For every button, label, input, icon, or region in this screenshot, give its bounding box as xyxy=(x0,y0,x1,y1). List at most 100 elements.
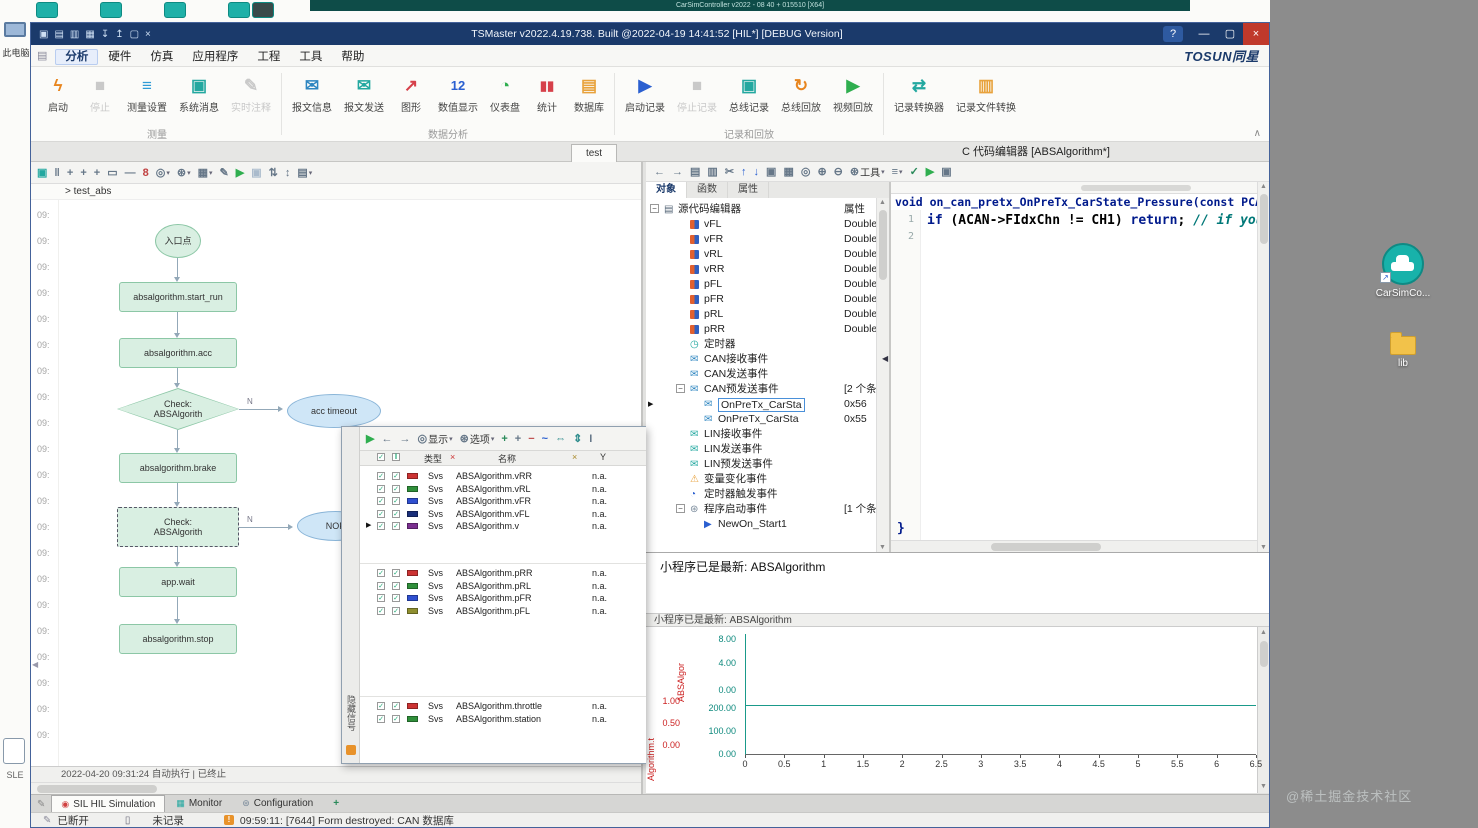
flow-breadcrumb[interactable]: > test_abs xyxy=(31,184,641,200)
code-scroll-thumb[interactable] xyxy=(1260,194,1268,244)
fit-width-icon[interactable]: ⇔ xyxy=(553,432,568,446)
menu-item-6[interactable]: 帮助 xyxy=(332,50,373,64)
list-menu-icon[interactable]: ▤ ▾ xyxy=(295,165,314,180)
scroll-up-icon[interactable]: ▲ xyxy=(1260,629,1267,636)
move-up-icon[interactable]: ↑ xyxy=(739,165,749,179)
tools-menu[interactable]: ⊛ 工具 ▾ xyxy=(848,163,887,180)
record-converter-button[interactable]: ⇄ 记录转换器 xyxy=(888,73,950,114)
numeric-display-button[interactable]: 12 数值显示 xyxy=(432,73,484,114)
node-brake[interactable]: absalgorithm.brake xyxy=(119,453,237,483)
remove-step-icon[interactable]: — xyxy=(123,166,138,180)
signal-graph[interactable]: ABSAlgor Algorithm.t ▲ ▼ 8.00 4.00 0.00 200… xyxy=(646,627,1269,793)
flow-hscrollbar[interactable] xyxy=(31,782,641,794)
menu-item-0[interactable]: 分析 xyxy=(55,48,99,65)
tree-onpretx-1[interactable]: ▶ ✉ OnPreTx_CarSta 0x56 xyxy=(646,397,889,412)
edit-icon[interactable]: ✎ xyxy=(37,799,45,810)
dashboard-button[interactable]: ◔ 仪表盘 xyxy=(484,73,526,114)
graph-scroll-thumb[interactable] xyxy=(1260,641,1268,667)
export-icon[interactable]: ↥ xyxy=(115,29,123,40)
tree-var-vrr[interactable]: vRR Double xyxy=(646,262,889,277)
signal-enable-checkbox[interactable]: ✓ xyxy=(392,594,400,602)
new-file-icon[interactable]: ▤ xyxy=(54,29,63,40)
check-all-box-2[interactable]: ‖ xyxy=(392,453,400,461)
tree-var-pfr[interactable]: pFR Double xyxy=(646,292,889,307)
signal-row[interactable]: ✓ ✓ Svs ABSAlgorithm.vFL n.a. xyxy=(360,508,646,521)
col-type[interactable]: 类型 xyxy=(424,452,442,465)
check-all-box[interactable]: ✓ xyxy=(377,453,385,461)
minimize-button[interactable]: — xyxy=(1191,23,1217,45)
scroll-down-icon[interactable]: ▼ xyxy=(1260,783,1267,790)
record-file-converter-button[interactable]: ▥ 记录文件转换 xyxy=(950,73,1022,114)
scroll-up-icon[interactable]: ▲ xyxy=(1260,183,1267,190)
signal-row[interactable]: ✓ ✓ Svs ABSAlgorithm.station n.a. xyxy=(360,713,646,726)
tree-var-change[interactable]: ⚠ 变量变化事件 xyxy=(646,472,889,487)
tree-lin-rx[interactable]: ✉ LIN接收事件 xyxy=(646,427,889,442)
start-button[interactable]: ϟ 启动 xyxy=(37,73,79,114)
menu-item-4[interactable]: 工程 xyxy=(248,50,289,64)
restore-child-icon[interactable]: ▢ xyxy=(130,29,139,40)
scroll-down-icon[interactable]: ▼ xyxy=(1260,544,1267,551)
tree-lin-tx[interactable]: ✉ LIN发送事件 xyxy=(646,442,889,457)
tree-tab-1[interactable]: 函数 xyxy=(687,182,728,198)
this-pc-icon[interactable] xyxy=(4,22,26,37)
function-selector[interactable] xyxy=(891,182,1257,194)
flow-scroll-left-icon[interactable]: ◀ xyxy=(32,660,38,669)
tree-app-start[interactable]: − ⊛ 程序启动事件 [1 个条目] xyxy=(646,502,889,517)
reorder-icon[interactable]: ⇅ xyxy=(267,165,280,180)
expand-icon[interactable]: − xyxy=(650,204,659,213)
zoom-in-icon[interactable]: ⊕ xyxy=(815,164,828,179)
tree-timer-trigger[interactable]: ◔ 定时器触发事件 xyxy=(646,487,889,502)
pause-icon[interactable]: ‖ xyxy=(52,166,61,180)
node-start-run[interactable]: absalgorithm.start_run xyxy=(119,282,237,312)
filter-icon[interactable]: × xyxy=(450,452,455,462)
message-send-button[interactable]: ✉ 报文发送 xyxy=(338,73,390,114)
scroll-up-icon[interactable]: ▲ xyxy=(879,199,886,206)
menu-item-2[interactable]: 仿真 xyxy=(141,50,182,64)
node-check-2[interactable]: Check: ABSAlgorith xyxy=(117,507,239,547)
tree-newon-start1[interactable]: ▶ NewOn_Start1 xyxy=(646,517,889,532)
signal-enable-checkbox[interactable]: ✓ xyxy=(392,509,400,518)
tree-can-tx[interactable]: ✉ CAN发送事件 xyxy=(646,367,889,382)
signal-visible-checkbox[interactable]: ✓ xyxy=(377,594,385,602)
message-info-button[interactable]: ✉ 报文信息 xyxy=(286,73,338,114)
curve-icon[interactable]: ~ xyxy=(540,432,550,446)
tree-var-vrl[interactable]: vRL Double xyxy=(646,247,889,262)
display-menu[interactable]: ◎ 显示 ▾ xyxy=(415,430,454,447)
taskbar-app-icon-2[interactable] xyxy=(100,2,122,18)
run-flow-icon[interactable]: ▶ xyxy=(234,165,246,180)
signal-enable-checkbox[interactable]: ✓ xyxy=(392,714,400,723)
signal-visible-checkbox[interactable]: ✓ xyxy=(377,569,385,577)
config-icon[interactable]: ▣ xyxy=(939,164,953,179)
node-stop[interactable]: absalgorithm.stop xyxy=(119,624,237,654)
save-icon[interactable]: ▦ xyxy=(85,29,94,40)
tree-vscrollbar[interactable]: ▲ ▼ xyxy=(876,198,889,552)
tree-var-prr[interactable]: pRR Double xyxy=(646,322,889,337)
scroll-down-icon[interactable]: ▼ xyxy=(879,544,886,551)
plot-area[interactable] xyxy=(745,634,1256,755)
side-strip-icon[interactable] xyxy=(346,745,356,755)
signal-visible-checkbox[interactable]: ✓ xyxy=(377,606,385,615)
paste-icon[interactable]: ▥ xyxy=(705,164,719,179)
save-all-icon[interactable]: ▦ xyxy=(781,164,795,179)
open-file-icon[interactable]: ▥ xyxy=(70,29,79,40)
signal-row[interactable]: ✓ ✓ Svs ABSAlgorithm.throttle n.a. xyxy=(360,700,646,713)
tree-tab-0[interactable]: 对象 xyxy=(646,182,687,198)
add-step-icon[interactable]: + xyxy=(65,166,75,180)
signal-row[interactable]: ✓ ✓ Svs ABSAlgorithm.pRL n.a. xyxy=(360,580,646,593)
edit-icon[interactable]: ✎ xyxy=(218,165,231,180)
ribbon-collapse-icon[interactable]: ∧ xyxy=(1254,128,1261,139)
signal-row[interactable]: ✓ ✓ Svs ABSAlgorithm.pRR n.a. xyxy=(360,567,646,580)
add-action-icon[interactable]: + xyxy=(78,166,88,180)
chat-icon[interactable]: ▣ xyxy=(39,29,48,40)
lib-folder-icon[interactable] xyxy=(1390,332,1416,355)
tree-can-rx[interactable]: ✉ CAN接收事件 xyxy=(646,352,889,367)
signal-visible-checkbox[interactable]: ✓ xyxy=(377,484,385,493)
taskbar-app-icon-3[interactable] xyxy=(164,2,186,18)
tree-scroll-thumb[interactable] xyxy=(879,210,887,280)
add-signal-icon[interactable]: + xyxy=(499,432,509,446)
signal-visible-checkbox[interactable]: ✓ xyxy=(377,522,385,530)
zoom-out-icon[interactable]: ⊖ xyxy=(832,164,845,179)
node-check-1[interactable]: Check: ABSAlgorith xyxy=(117,388,239,430)
loop-icon[interactable]: 8 xyxy=(141,166,151,180)
stop-record-button[interactable]: ■ 停止记录 xyxy=(671,73,723,114)
